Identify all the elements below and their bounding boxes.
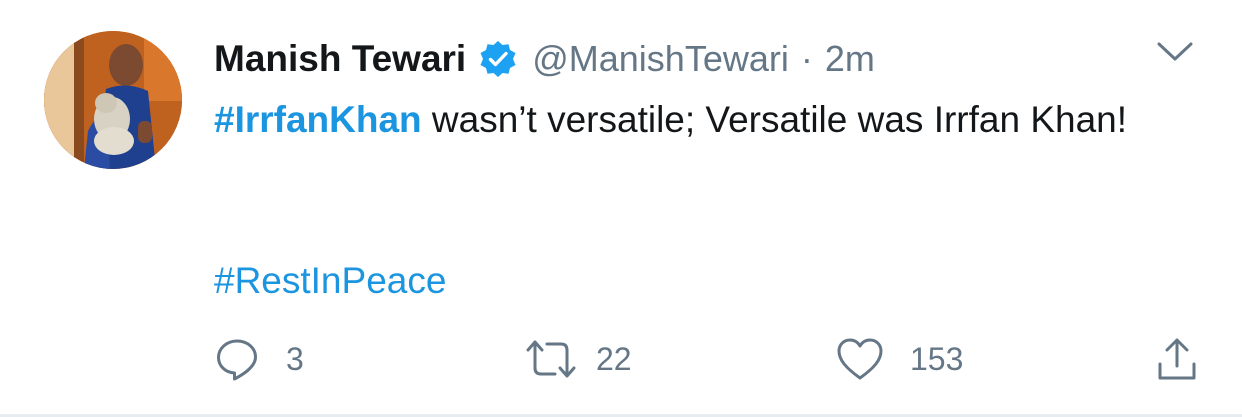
tweet-card[interactable]: Manish Tewari @ManishTewari · 2m #Irrfan…: [0, 0, 1242, 417]
like-count: 153: [910, 340, 964, 377]
tweet-actions: 3 22 153: [214, 333, 1204, 385]
display-name[interactable]: Manish Tewari: [214, 38, 466, 80]
reply-count: 3: [286, 340, 304, 377]
share-icon: [1154, 336, 1200, 382]
heart-icon: [836, 336, 884, 382]
avatar[interactable]: [44, 31, 182, 169]
retweet-count: 22: [596, 340, 632, 377]
tweet-text: #IrrfanKhan wasn’t versatile; Versatile …: [214, 94, 1204, 146]
retweet-button[interactable]: 22: [524, 333, 632, 385]
separator-dot: ·: [800, 38, 813, 79]
hashtag-link[interactable]: #IrrfanKhan: [214, 99, 422, 140]
avatar-image: [44, 31, 182, 169]
chevron-down-icon[interactable]: [1155, 40, 1195, 64]
retweet-icon: [524, 336, 578, 382]
tweet-header: Manish Tewari @ManishTewari · 2m: [214, 34, 875, 84]
user-handle[interactable]: @ManishTewari: [532, 38, 789, 80]
verified-badge-icon: [478, 39, 518, 79]
tweet-text-content: wasn’t versatile; Versatile was Irrfan K…: [421, 99, 1128, 140]
reply-button[interactable]: 3: [214, 333, 304, 385]
reply-icon: [214, 336, 260, 382]
hashtag-link-restinpeace[interactable]: #RestInPeace: [214, 255, 446, 307]
like-button[interactable]: 153: [836, 333, 963, 385]
share-button[interactable]: [1154, 333, 1200, 385]
timestamp[interactable]: 2m: [825, 38, 875, 80]
